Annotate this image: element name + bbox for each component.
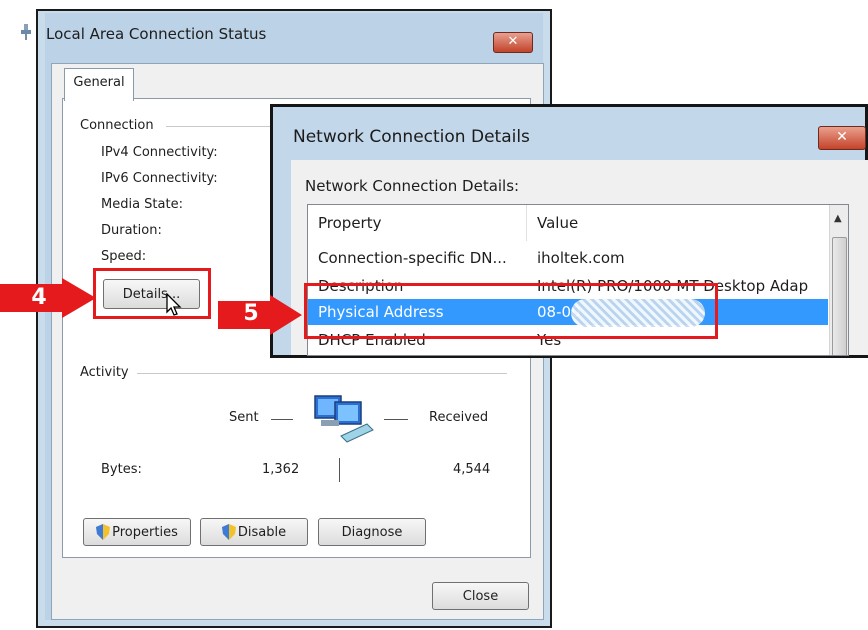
network-computers-icon xyxy=(314,395,374,443)
properties-button-label: Properties xyxy=(112,524,178,540)
value-cell: iholtek.com xyxy=(537,249,625,267)
ipv4-label: IPv4 Connectivity: xyxy=(101,145,218,160)
properties-button[interactable]: Properties xyxy=(83,518,191,546)
step-5-badge: 5 xyxy=(243,301,259,326)
diagnose-button[interactable]: Diagnose xyxy=(318,518,426,546)
received-line xyxy=(384,419,408,420)
ipv6-label: IPv6 Connectivity: xyxy=(101,171,218,186)
bytes-sent-value: 1,362 xyxy=(262,462,300,477)
highlight-box-physical-address xyxy=(304,283,718,339)
close-button[interactable]: Close xyxy=(432,582,529,610)
shield-icon xyxy=(96,524,111,540)
duration-label: Duration: xyxy=(101,223,162,238)
property-cell: Connection-specific DN... xyxy=(318,249,507,267)
window-title: Local Area Connection Status xyxy=(46,25,267,43)
bytes-received-value: 4,544 xyxy=(453,462,491,477)
highlight-box-details xyxy=(93,268,211,319)
sent-line xyxy=(271,419,293,420)
disable-button-label: Disable xyxy=(237,524,287,540)
vertical-scrollbar[interactable]: ▲ xyxy=(829,205,848,355)
divider xyxy=(137,373,507,374)
divider xyxy=(339,458,340,482)
column-header-property[interactable]: Property xyxy=(318,205,381,241)
details-window-title: Network Connection Details xyxy=(293,127,530,147)
scrollbar-thumb[interactable] xyxy=(832,237,847,355)
speed-label: Speed: xyxy=(101,249,147,264)
table-row[interactable]: Connection-specific DN... iholtek.com xyxy=(308,245,828,271)
activity-group-label: Activity xyxy=(80,365,129,380)
step-4-badge: 4 xyxy=(31,285,47,310)
column-header-value[interactable]: Value xyxy=(537,205,578,241)
received-label: Received xyxy=(429,410,489,425)
bytes-label: Bytes: xyxy=(101,462,142,477)
shield-icon xyxy=(221,524,236,540)
details-subtitle: Network Connection Details: xyxy=(305,177,520,195)
close-button-label: Close xyxy=(462,588,499,604)
disable-button[interactable]: Disable xyxy=(200,518,308,546)
close-icon[interactable]: ✕ xyxy=(493,32,533,53)
scroll-up-icon[interactable]: ▲ xyxy=(834,213,842,224)
tab-general[interactable]: General xyxy=(64,68,134,101)
divider xyxy=(166,126,276,127)
divider xyxy=(526,205,527,241)
diagnose-button-label: Diagnose xyxy=(341,524,403,540)
connection-group-label: Connection xyxy=(80,118,154,133)
close-icon[interactable]: ✕ xyxy=(818,126,866,150)
media-state-label: Media State: xyxy=(101,197,183,212)
network-status-icon xyxy=(21,24,31,40)
sent-label: Sent xyxy=(229,410,259,425)
